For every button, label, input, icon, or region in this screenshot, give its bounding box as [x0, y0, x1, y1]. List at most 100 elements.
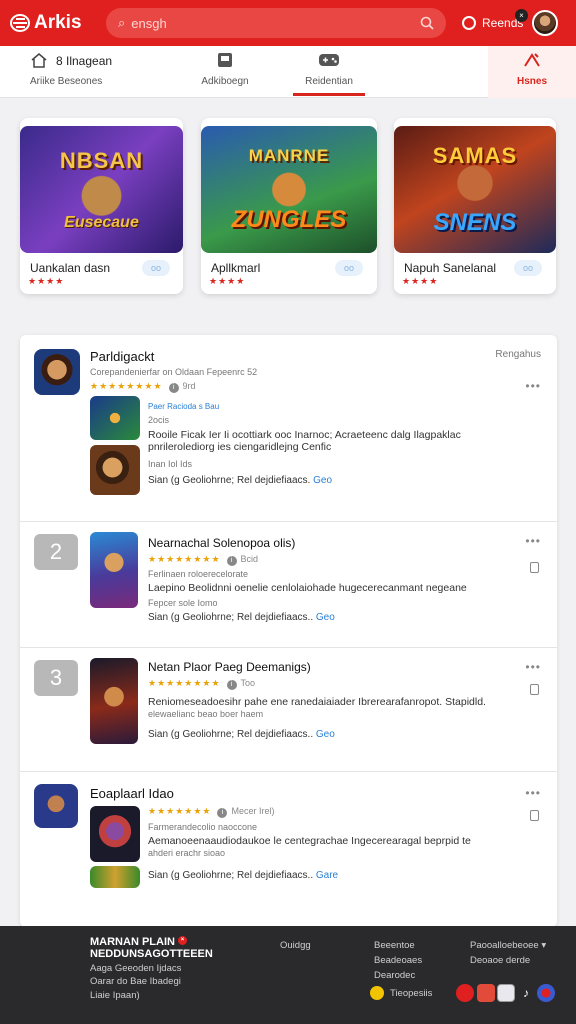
- footer-link-col4-1[interactable]: Paooalloebeoee ▾: [470, 940, 546, 951]
- active-tab-indicator: [293, 93, 365, 96]
- item-desc-2a: Laepino Beolidnni oenelie cenlolaiohade …: [148, 582, 467, 594]
- featured-badge-3: oo: [514, 260, 542, 276]
- featured-art-1: NBSAN Eusecaue: [20, 126, 183, 253]
- footer-link-col3-3[interactable]: Dearodec: [374, 970, 415, 981]
- stars-1: ★★★★★★★★: [90, 381, 163, 391]
- footer-brand-sub2: Oarar do Bae Ibadegi: [90, 976, 181, 987]
- thumbnail-4b[interactable]: [90, 866, 140, 888]
- stars-3: ★★★★★★★★: [148, 678, 221, 688]
- meta-text-1: Sian (g Geoliohrne; Rel dejdiefiaacs.: [148, 475, 311, 486]
- search-input[interactable]: ensgh: [131, 16, 420, 31]
- home-icon: [31, 53, 47, 68]
- footer-link-col3-2[interactable]: Beadeoaes: [374, 955, 422, 966]
- user-menu[interactable]: Reends: [462, 16, 523, 30]
- select-checkbox[interactable]: [530, 562, 539, 573]
- nav-tabs: 8 Ilnagean Ariike Beseones Adkiboegn Rei…: [0, 46, 576, 98]
- more-options-icon[interactable]: •••: [525, 534, 541, 548]
- item-subtitle-2: Ferlinaen roloerecelorate: [148, 569, 249, 579]
- meta-link-2[interactable]: Geo: [316, 612, 335, 623]
- thumbnail-2[interactable]: [90, 532, 138, 608]
- list-item-2[interactable]: 2 Nearnachal Solenopoa olis) ★★★★★★★★ i Bc…: [20, 522, 557, 648]
- notification-badge[interactable]: ×: [515, 9, 528, 22]
- youtube-icon[interactable]: [456, 984, 474, 1002]
- item-title-2: Nearnachal Solenopoa olis): [148, 536, 296, 550]
- search-icon[interactable]: [420, 16, 434, 30]
- item-stars-1: ★★★★★★★★ i 9rd: [90, 381, 196, 393]
- featured-card-1[interactable]: NBSAN Eusecaue Uankalan dasn ★★★★ oo: [20, 118, 183, 294]
- footer-link-col4-1-text: Paooalloebeoee: [470, 940, 539, 951]
- thumb-sub-1: 2ocis: [148, 415, 170, 425]
- featured-title-2: Apllkmarl: [211, 261, 261, 275]
- footer-brand-sub3[interactable]: Liaie Ipaan): [90, 990, 140, 1001]
- more-options-icon[interactable]: •••: [525, 379, 541, 393]
- item-subtitle-4: Farmerandecolio naoccone: [148, 822, 258, 832]
- chat-label[interactable]: Tieopesiis: [390, 988, 432, 999]
- featured-card-2[interactable]: MANRNE ZUNGLES Apllkmarl ★★★★ oo: [201, 118, 377, 294]
- item-meta-3: Sian (g Geoliohrne; Rel dejdiefiaacs.. G…: [148, 729, 335, 740]
- tab-games[interactable]: Reidentian: [293, 46, 365, 98]
- more-options-icon[interactable]: •••: [525, 786, 541, 800]
- featured-stars-2: ★★★★: [209, 276, 246, 286]
- footer-link-col3-1[interactable]: Beeentoe: [374, 940, 415, 951]
- featured-art-sub-1: Eusecaue: [64, 213, 139, 231]
- thumbnail-4a[interactable]: [90, 806, 140, 862]
- top-header: Arkis ⌕ ensgh Reends ×: [0, 0, 576, 46]
- featured-art-2: MANRNE ZUNGLES: [201, 126, 377, 253]
- tiktok-icon[interactable]: ♪: [517, 984, 535, 1002]
- info-icon: i: [168, 383, 179, 393]
- app-logo[interactable]: Arkis: [10, 12, 106, 34]
- tab-games-label: Reidentian: [305, 76, 353, 87]
- tab-apps-label: Adkiboegn: [201, 76, 249, 87]
- list-item-3[interactable]: 3 Netan Plaor Paeg Deemanigs) ★★★★★★★★ i T…: [20, 648, 557, 772]
- item-desc-1a: Rooile Ficak Ier Ii ocottiark ooc Inarno…: [148, 429, 461, 441]
- footer-link-col4-2[interactable]: Deoaoe derde: [470, 955, 530, 966]
- footer-link-col2[interactable]: Ouidgg: [280, 940, 311, 951]
- item-desc-2b: Fepcer sole Iomo: [148, 598, 218, 608]
- search-bar[interactable]: ⌕ ensgh: [106, 8, 446, 38]
- rating-count-2: Bcid: [240, 554, 259, 564]
- featured-card-3[interactable]: SAMAS SNENS Napuh Sanelanal ★★★★ oo: [394, 118, 556, 294]
- list-item-4[interactable]: Eoaplaarl Idao ★★★★★★★ i Mecer Irel) Farme…: [20, 772, 557, 927]
- social-icon-3[interactable]: [497, 984, 515, 1002]
- featured-title-1: Uankalan dasn: [30, 261, 111, 275]
- item-title-1: Parldigackt: [90, 349, 155, 364]
- info-icon: i: [226, 556, 237, 566]
- tab-home-sub: Ariike Beseones: [30, 76, 103, 87]
- select-checkbox[interactable]: [530, 810, 539, 821]
- item-desc-1b: pnrilerolediorg ies ciengaridlejng Cenfi…: [148, 441, 332, 453]
- rank-badge-2: 2: [34, 534, 78, 570]
- meta-link-1[interactable]: Geo: [313, 475, 332, 486]
- footer-brand-line2: NEDDUNSAGOTTEEEN: [90, 948, 213, 960]
- social-icon-2[interactable]: [477, 984, 495, 1002]
- profile-ring-icon: [462, 16, 476, 30]
- info-icon: i: [217, 808, 228, 818]
- tab-hot-label: Hsnes: [516, 76, 547, 87]
- footer-brand-line1: MARNAN PLAIN: [90, 936, 175, 948]
- thumbnail-1a[interactable]: [90, 396, 140, 440]
- thumbnail-3[interactable]: [90, 658, 138, 744]
- featured-art-title-1: NBSAN: [59, 147, 144, 173]
- item-stars-2: ★★★★★★★★ i Bcid: [148, 554, 258, 566]
- item-meta-4: Sian (g Geoliohrne; Rel dejdiefiaacs.. G…: [148, 870, 338, 881]
- meta-link-4[interactable]: Gare: [316, 870, 338, 881]
- tab-hot[interactable]: Hsnes: [488, 46, 576, 98]
- list-item-1[interactable]: Parldigackt Corepandenierfar on Oldaan F…: [20, 335, 557, 522]
- footer-brand-badge: ×: [178, 936, 188, 945]
- tab-home[interactable]: 8 Ilnagean Ariike Beseones: [30, 46, 140, 98]
- featured-stars-1: ★★★★: [28, 276, 65, 286]
- tab-home-label: 8 Ilnagean: [56, 54, 113, 68]
- more-options-icon[interactable]: •••: [525, 660, 541, 674]
- stars-4: ★★★★★★★: [148, 806, 212, 816]
- chat-icon[interactable]: [370, 986, 384, 1000]
- featured-badge-1: oo: [142, 260, 170, 276]
- thumbnail-1b[interactable]: [90, 445, 140, 495]
- tab-apps[interactable]: Adkiboegn: [190, 46, 260, 98]
- meta-text-4: Sian (g Geoliohrne; Rel dejdiefiaacs..: [148, 870, 314, 881]
- item-subtitle-1: Corepandenierfar on Oldaan Fepeenrc 52: [90, 367, 258, 377]
- info-icon: i: [226, 680, 237, 690]
- select-checkbox[interactable]: [530, 684, 539, 695]
- meta-link-3[interactable]: Geo: [316, 729, 335, 740]
- avatar[interactable]: [532, 10, 558, 36]
- social-icon-5[interactable]: [537, 984, 555, 1002]
- item-desc-4b: ahderi erachr sioao: [148, 848, 226, 858]
